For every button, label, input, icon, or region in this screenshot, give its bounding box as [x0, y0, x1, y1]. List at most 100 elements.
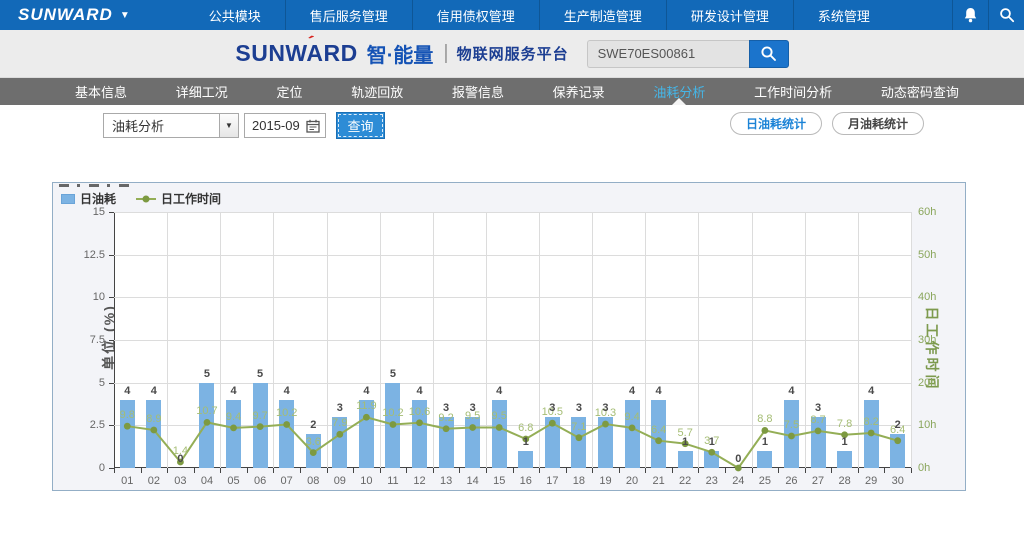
platform-logo: SUNWARD ´ 智·能量 | 物联网服务平台	[235, 39, 568, 68]
fuel-value-label: 3	[337, 402, 343, 414]
line-point-19[interactable]	[602, 421, 609, 428]
x-axis-label: 10	[360, 475, 372, 487]
brand-menu[interactable]: SUNWARD ▼	[0, 0, 145, 30]
x-axis-label: 01	[121, 475, 133, 487]
line-swatch-icon	[136, 198, 156, 200]
x-tick-mark	[858, 468, 859, 473]
line-point-06[interactable]	[257, 423, 264, 430]
tab-8[interactable]: 动态密码查询	[871, 78, 969, 105]
topnav-item-1[interactable]: 售后服务管理	[285, 0, 412, 30]
line-point-21[interactable]	[655, 437, 662, 444]
line-point-08[interactable]	[310, 449, 317, 456]
tab-3[interactable]: 轨迹回放	[341, 78, 413, 105]
select-dropdown-button[interactable]: ▼	[219, 114, 238, 137]
line-point-12[interactable]	[416, 419, 423, 426]
right-axis-tick-label: 60h	[918, 206, 936, 218]
line-point-01[interactable]	[124, 423, 131, 430]
y-axis-tick-label: 12.5	[71, 249, 105, 261]
global-search-button[interactable]	[988, 0, 1024, 30]
device-search-button[interactable]	[749, 40, 789, 68]
fuel-value-label: 4	[151, 385, 157, 397]
top-nav-right	[952, 0, 1024, 30]
line-point-04[interactable]	[204, 419, 211, 426]
fuel-value-label: 4	[124, 385, 130, 397]
line-point-10[interactable]	[363, 414, 370, 421]
line-point-11[interactable]	[390, 421, 397, 428]
line-point-27[interactable]	[815, 427, 822, 434]
line-point-02[interactable]	[150, 427, 157, 434]
topnav-item-3[interactable]: 生产制造管理	[539, 0, 666, 30]
tab-2[interactable]: 定位	[266, 78, 312, 105]
monthly-fuel-stats-button[interactable]: 月油耗统计	[832, 112, 924, 135]
fuel-value-label: 2	[310, 419, 316, 431]
notifications-button[interactable]	[952, 0, 988, 30]
line-point-24[interactable]	[735, 465, 742, 472]
x-tick-mark	[513, 468, 514, 473]
topnav-item-4[interactable]: 研发设计管理	[666, 0, 793, 30]
analysis-type-select[interactable]: 油耗分析 ▼	[103, 113, 239, 138]
work-time-value-label: 7.1	[571, 421, 586, 433]
line-point-17[interactable]	[549, 420, 556, 427]
x-axis-label: 14	[467, 475, 479, 487]
tab-1[interactable]: 详细工况	[166, 78, 238, 105]
line-point-05[interactable]	[230, 424, 237, 431]
line-point-07[interactable]	[283, 421, 290, 428]
fuel-value-label: 0	[735, 453, 741, 465]
topnav-item-2[interactable]: 信用债权管理	[412, 0, 539, 30]
line-point-18[interactable]	[576, 434, 583, 441]
right-axis-tick-label: 20h	[918, 377, 936, 389]
legend-item-fuel[interactable]: 日油耗	[61, 190, 116, 207]
x-axis-label: 27	[812, 475, 824, 487]
fuel-value-label: 5	[390, 368, 396, 380]
line-point-20[interactable]	[629, 424, 636, 431]
x-tick-mark	[566, 468, 567, 473]
x-axis-label: 21	[652, 475, 664, 487]
tab-5[interactable]: 保养记录	[543, 78, 615, 105]
filter-toolbar: 油耗分析 ▼ 查询 日油耗统计 月油耗统计	[0, 105, 1024, 149]
x-axis-label: 15	[493, 475, 505, 487]
month-input[interactable]	[245, 118, 301, 133]
x-tick-mark	[141, 468, 142, 473]
tab-0[interactable]: 基本信息	[65, 78, 137, 105]
line-point-14[interactable]	[469, 424, 476, 431]
fuel-value-label: 4	[416, 385, 422, 397]
x-axis-label: 26	[785, 475, 797, 487]
line-point-25[interactable]	[761, 427, 768, 434]
work-time-value-label: 10.6	[409, 406, 430, 418]
tab-6[interactable]: 油耗分析	[643, 78, 715, 105]
v-gridline	[911, 212, 912, 468]
line-point-30[interactable]	[894, 437, 901, 444]
y-axis-tick-label: 7.5	[71, 334, 105, 346]
x-tick-mark	[831, 468, 832, 473]
fuel-value-label: 5	[257, 368, 263, 380]
logo-platform-name: 物联网服务平台	[457, 43, 569, 64]
line-point-26[interactable]	[788, 433, 795, 440]
legend-item-worktime[interactable]: 日工作时间	[136, 190, 221, 207]
fuel-value-label: 3	[602, 402, 608, 414]
tab-7[interactable]: 工作时间分析	[744, 78, 842, 105]
line-point-15[interactable]	[496, 424, 503, 431]
line-point-23[interactable]	[708, 449, 715, 456]
query-button[interactable]: 查询	[336, 112, 385, 139]
fuel-value-label: 3	[549, 402, 555, 414]
line-point-13[interactable]	[443, 425, 450, 432]
y-axis-tick-label: 0	[71, 462, 105, 474]
tab-4[interactable]: 报警信息	[442, 78, 514, 105]
line-point-29[interactable]	[868, 430, 875, 437]
x-tick-mark	[778, 468, 779, 473]
brand-logo: SUNWARD	[18, 5, 113, 25]
x-tick-mark	[725, 468, 726, 473]
line-point-09[interactable]	[336, 431, 343, 438]
x-axis-label: 25	[759, 475, 771, 487]
x-tick-mark	[698, 468, 699, 473]
x-axis-label: 12	[413, 475, 425, 487]
topnav-item-5[interactable]: 系统管理	[793, 0, 894, 30]
right-axis-tick-label: 30h	[918, 334, 936, 346]
daily-fuel-stats-button[interactable]: 日油耗统计	[730, 112, 822, 135]
fuel-value-label: 4	[656, 385, 662, 397]
calendar-icon[interactable]	[306, 119, 320, 133]
stat-toggle-buttons: 日油耗统计 月油耗统计	[730, 112, 924, 135]
topnav-item-0[interactable]: 公共模块	[185, 0, 285, 30]
device-search-input[interactable]	[587, 40, 749, 68]
work-time-value-label: 7.8	[837, 418, 852, 430]
